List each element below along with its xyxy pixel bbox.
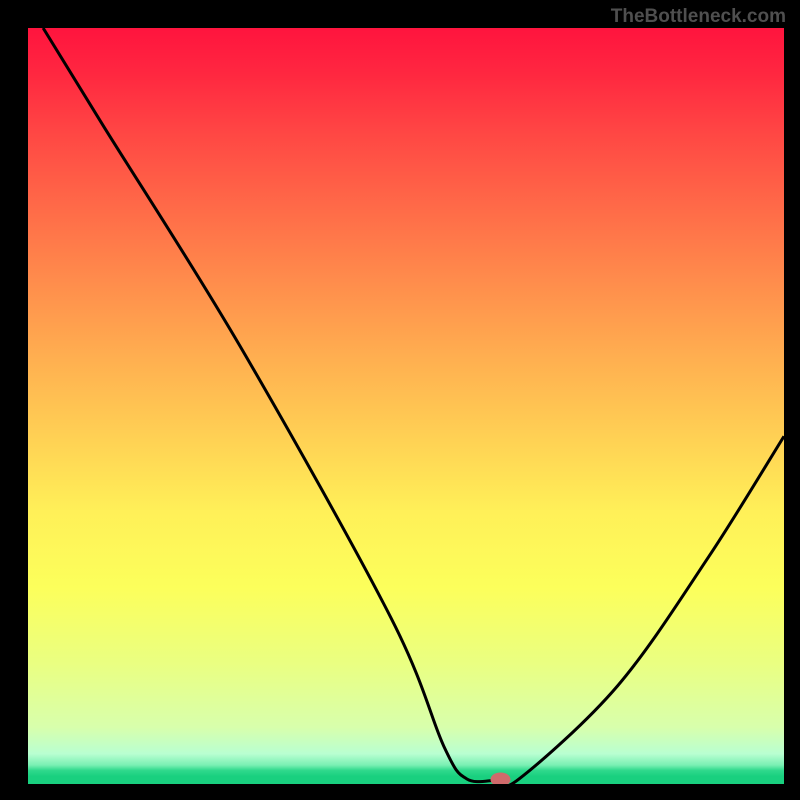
optimal-marker	[491, 772, 511, 784]
chart-svg	[28, 28, 784, 784]
plot-area	[28, 28, 784, 784]
bottleneck-curve	[43, 28, 784, 784]
watermark-text: TheBottleneck.com	[611, 6, 786, 28]
